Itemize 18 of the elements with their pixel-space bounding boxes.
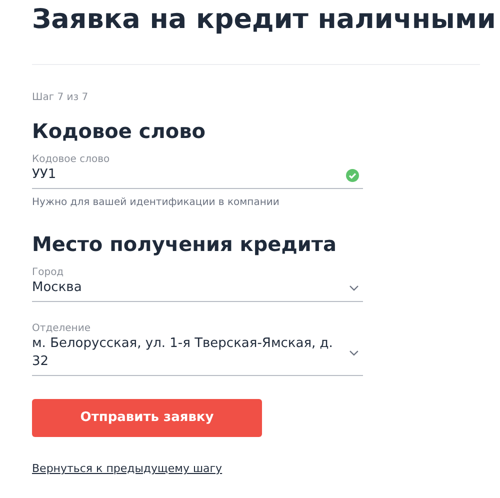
input-field[interactable]: Кодовое слово УУ1 [32,153,363,189]
field-value: УУ1 [32,166,56,184]
field-label: Город [32,266,65,279]
section-heading: Место получения кредита [32,231,338,258]
field-value: Москва [32,279,82,297]
chevron-down-icon [349,285,359,291]
submit-button[interactable]: Отправить заявку [32,399,262,437]
step-indicator: Шаг 7 из 7 [32,91,90,105]
field-label: Отделение [32,322,92,335]
back-link[interactable]: Вернуться к предыдущему шагу [32,462,222,475]
field-label: Кодовое слово [32,153,111,166]
select-field[interactable]: Отделение м. Белорусская, ул. 1-я Тверская-Ямская, д. 32 [32,322,363,376]
field-value: м. Белорусская, ул. 1-я Тверская-Ямская, д. 32 [32,335,334,371]
section-heading: Кодовое слово [32,118,207,145]
page-title: Заявка на кредит наличными [32,3,497,37]
select-field[interactable]: Город Москва [32,266,363,302]
field-hint: Нужно для вашей идентификации в компании [32,196,280,210]
chevron-down-icon [349,350,359,356]
